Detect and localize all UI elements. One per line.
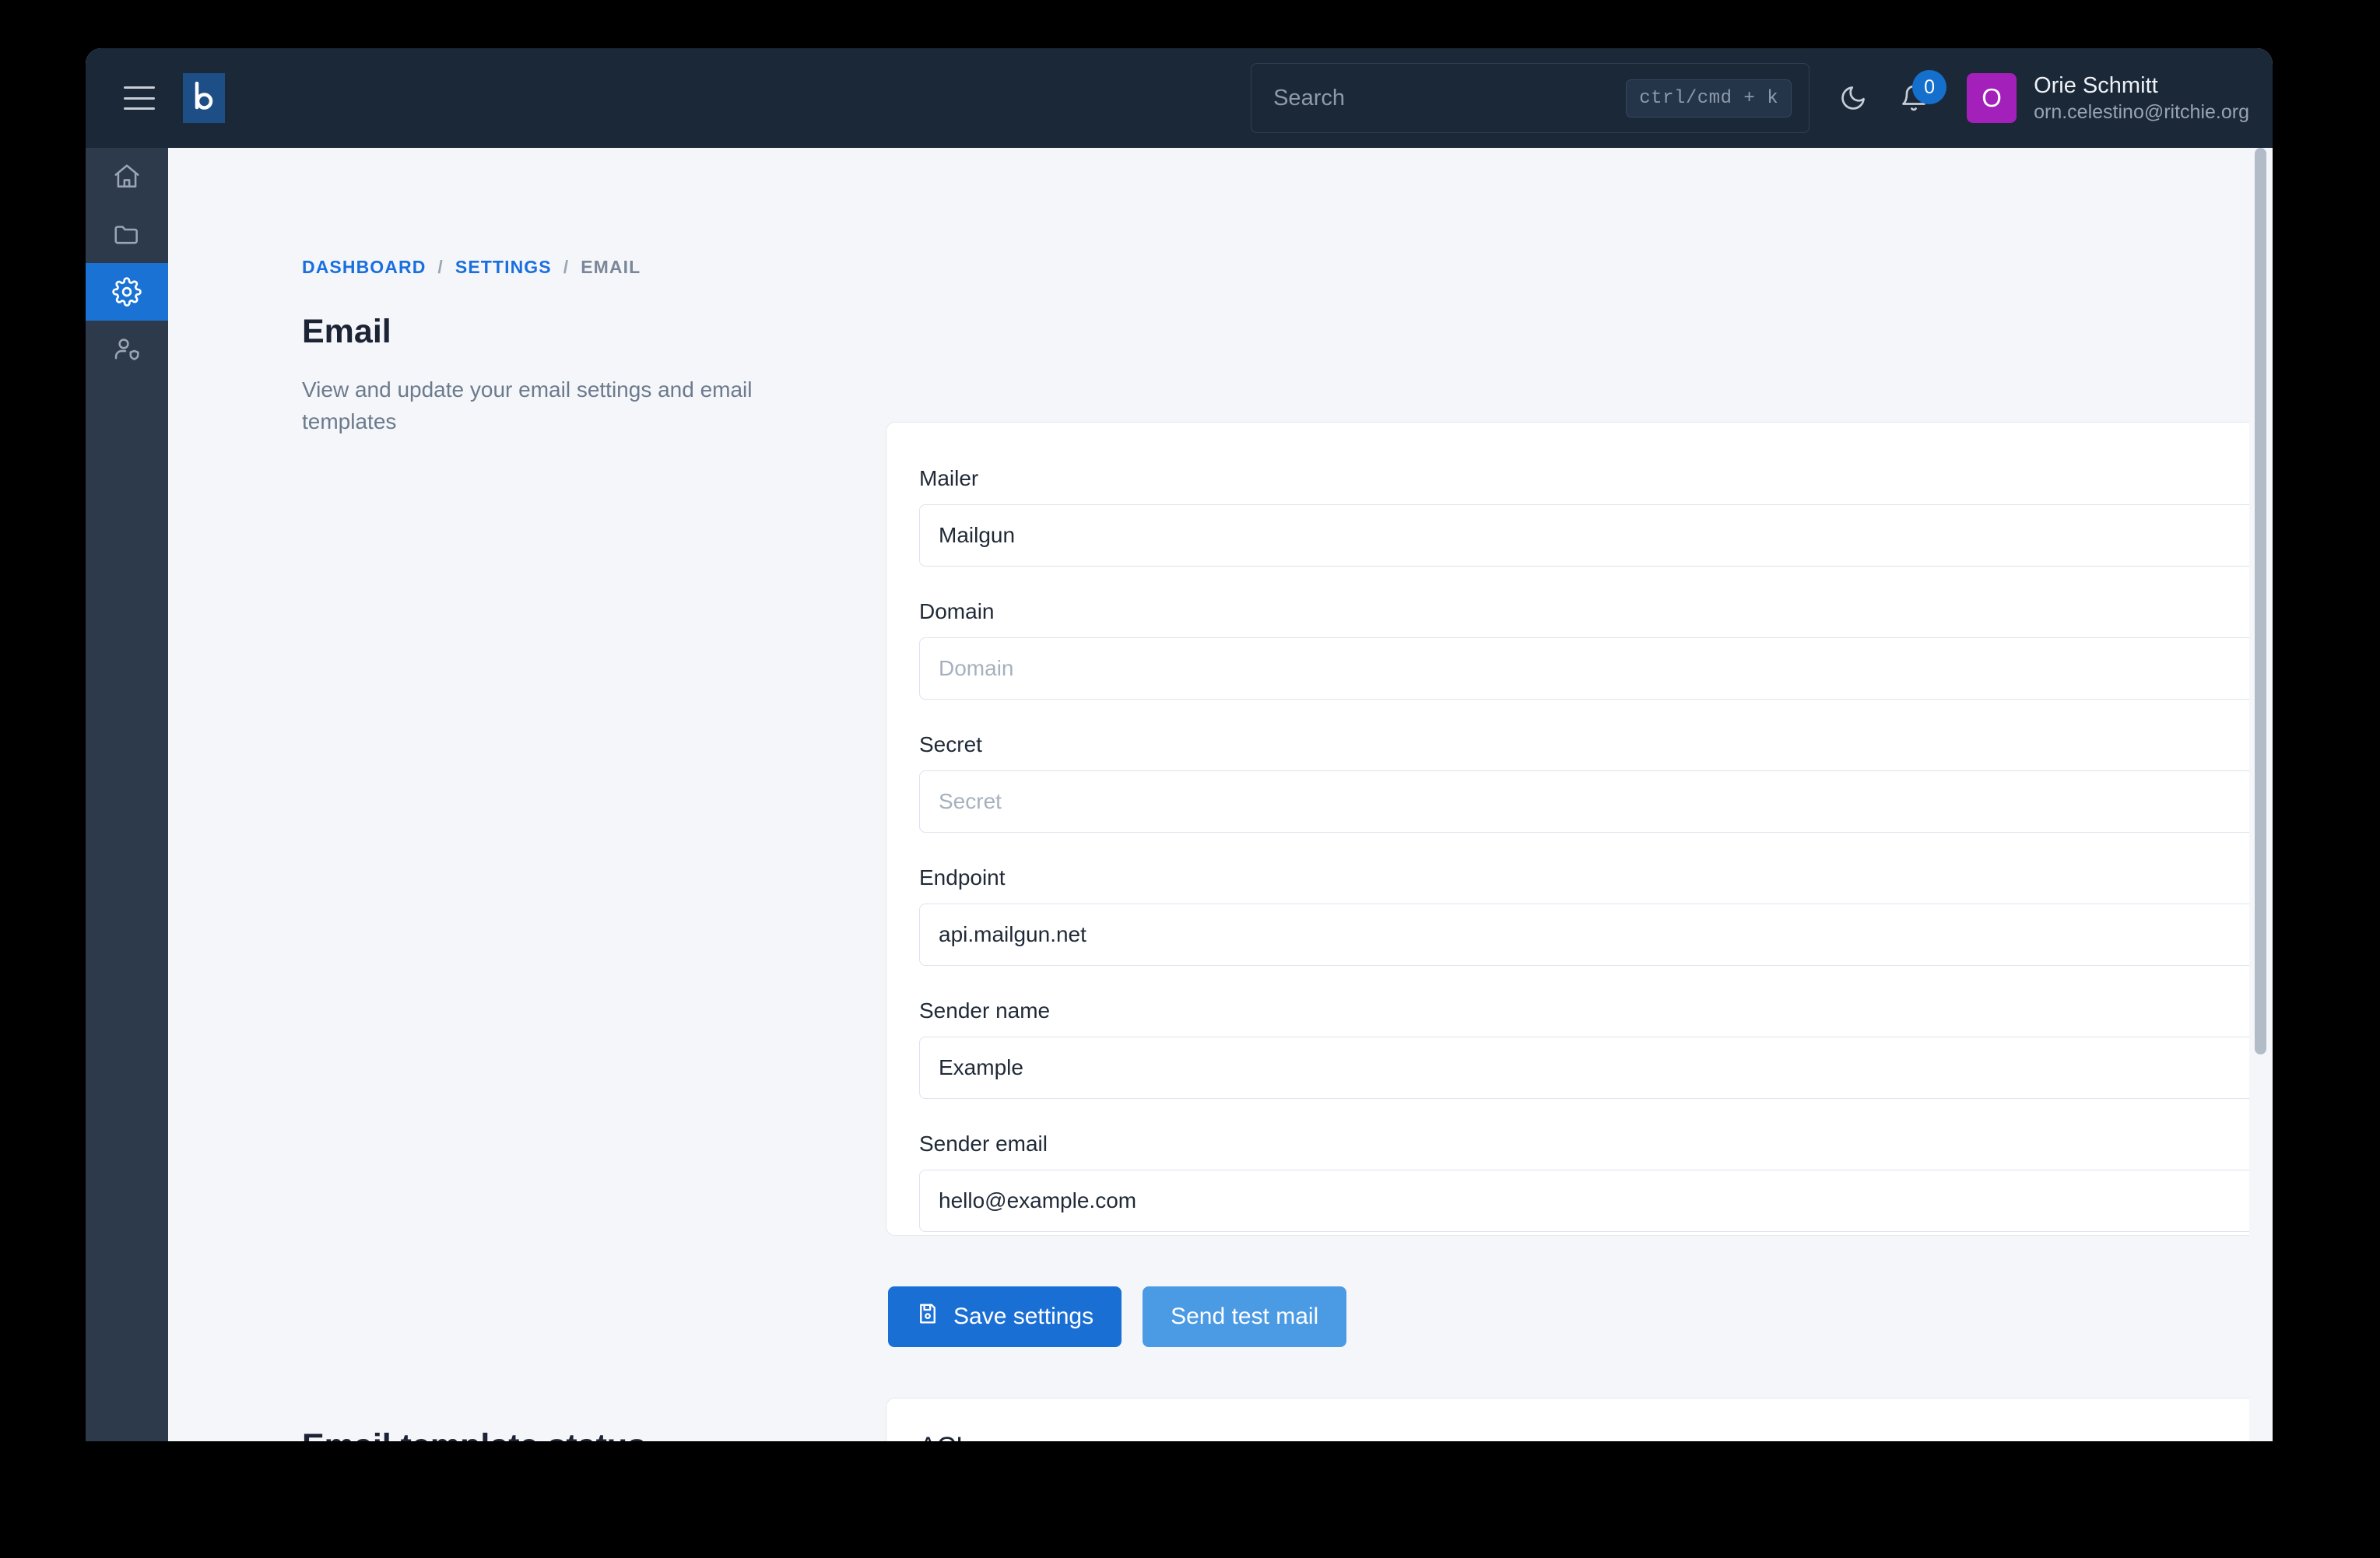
secret-input[interactable] <box>919 770 2273 833</box>
notification-count-badge: 0 <box>1912 70 1947 104</box>
field-label-endpoint: Endpoint <box>919 865 1006 890</box>
field-sender-name: Sender name <box>919 998 2273 1099</box>
save-settings-label: Save settings <box>953 1304 1094 1329</box>
avatar: O <box>1967 73 2017 123</box>
field-mailer: Mailer <box>919 466 2273 567</box>
field-endpoint: Endpoint <box>919 865 2273 966</box>
send-test-mail-label: Send test mail <box>1171 1304 1319 1329</box>
breadcrumb-item-dashboard[interactable]: DASHBOARD <box>302 257 426 278</box>
header-right-group: Search ctrl/cmd + k 0 O Orie Schmitt orn… <box>1251 63 2273 133</box>
user-email: orn.celestino@ritchie.org <box>2034 100 2249 123</box>
save-floppy-icon <box>916 1302 939 1332</box>
folder-icon <box>114 226 138 244</box>
user-identity: Orie Schmitt orn.celestino@ritchie.org <box>2034 72 2249 125</box>
home-icon <box>114 164 139 188</box>
search-shortcut-badge: ctrl/cmd + k <box>1626 79 1792 118</box>
field-domain: Domain <box>919 599 2273 700</box>
sender-email-input[interactable] <box>919 1170 2273 1232</box>
sidebar-item-home[interactable] <box>86 148 168 205</box>
breadcrumb: DASHBOARD / SETTINGS / EMAIL <box>302 257 641 278</box>
email-section-heading-block: Email View and update your email setting… <box>302 313 816 437</box>
vertical-scrollbar-thumb[interactable] <box>2255 148 2266 1054</box>
sidebar-item-access-control[interactable] <box>86 321 168 378</box>
moon-icon[interactable] <box>1836 81 1870 115</box>
send-test-mail-button[interactable]: Send test mail <box>1143 1286 1347 1347</box>
field-secret: Secret <box>919 732 2273 833</box>
mailer-select[interactable] <box>919 504 2273 567</box>
sidebar-item-settings[interactable] <box>86 263 168 321</box>
gear-icon <box>112 277 142 307</box>
search-input[interactable]: Search ctrl/cmd + k <box>1251 63 1810 133</box>
breadcrumb-separator: / <box>563 257 570 277</box>
domain-input[interactable] <box>919 637 2273 700</box>
acl-card: ACL TEMPLATE DESCRIPTION OPERATIONS Rese… <box>886 1398 2273 1441</box>
page-description: View and update your email settings and … <box>302 377 753 433</box>
endpoint-input[interactable] <box>919 904 2273 966</box>
field-label-sender-email: Sender email <box>919 1132 1048 1156</box>
sidebar-item-folder[interactable] <box>86 205 168 263</box>
main-content: DASHBOARD / SETTINGS / EMAIL Email View … <box>168 148 2273 1441</box>
field-sender-email: Sender email <box>919 1132 2273 1232</box>
user-menu[interactable]: O Orie Schmitt orn.celestino@ritchie.org <box>1967 72 2249 125</box>
user-shield-icon <box>114 339 139 360</box>
template-section-heading-block: Email template status Turn on/off email … <box>302 1427 816 1441</box>
hamburger-icon[interactable] <box>124 86 155 110</box>
brand-logo-icon[interactable] <box>183 73 225 123</box>
page-title: Email <box>302 313 391 350</box>
breadcrumb-item-email: EMAIL <box>581 257 641 277</box>
form-actions: Save settings Send test mail <box>888 1286 1347 1347</box>
vertical-scrollbar-track[interactable] <box>2249 148 2273 1441</box>
breadcrumb-separator: / <box>437 257 444 277</box>
field-label-secret: Secret <box>919 732 982 756</box>
email-settings-card: Mailer Domain Secret <box>886 422 2273 1236</box>
acl-card-title: ACL <box>886 1398 2273 1441</box>
browser-window: Search ctrl/cmd + k 0 O Orie Schmitt orn… <box>86 48 2273 1441</box>
user-name: Orie Schmitt <box>2034 73 2158 99</box>
top-header-bar: Search ctrl/cmd + k 0 O Orie Schmitt orn… <box>86 48 2273 148</box>
save-settings-button[interactable]: Save settings <box>888 1286 1122 1347</box>
search-placeholder: Search <box>1273 85 1345 111</box>
sender-name-input[interactable] <box>919 1037 2273 1099</box>
template-section-title: Email template status <box>302 1427 816 1441</box>
field-label-sender-name: Sender name <box>919 998 1051 1023</box>
sidebar-nav <box>86 148 168 1441</box>
breadcrumb-item-settings[interactable]: SETTINGS <box>455 257 552 278</box>
field-label-mailer: Mailer <box>919 466 979 490</box>
field-label-domain: Domain <box>919 599 995 623</box>
bell-icon[interactable]: 0 <box>1897 70 1947 115</box>
